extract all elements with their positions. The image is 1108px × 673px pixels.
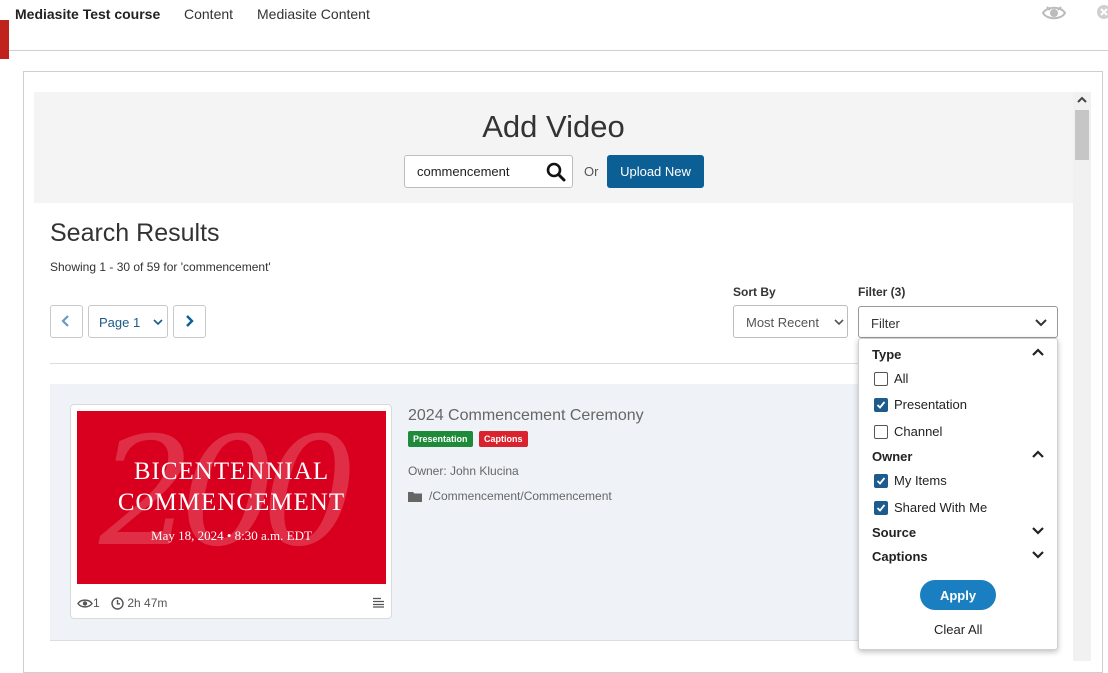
checkbox-presentation[interactable] — [874, 398, 888, 412]
filter-select-value: Filter — [871, 316, 900, 331]
view-count: 1 — [77, 596, 100, 610]
thumbnail-line-1: BICENTENNIAL — [133, 458, 330, 485]
checkbox-presentation-label[interactable]: Presentation — [894, 397, 967, 412]
page-select-value: Page 1 — [99, 315, 141, 330]
folder-path-value: /Commencement/Commencement — [429, 489, 612, 503]
page-title: Add Video — [482, 109, 625, 144]
duration: 2h 47m — [111, 596, 168, 611]
details-list-icon[interactable] — [372, 597, 385, 608]
filter-owner-header[interactable]: Owner — [872, 449, 912, 464]
scrollbar[interactable] — [1073, 92, 1091, 661]
chevron-right-icon — [186, 315, 194, 327]
search-results-title: Search Results — [50, 219, 220, 247]
folder-path: /Commencement/Commencement — [408, 489, 612, 503]
nav-mediasite-content[interactable]: Mediasite Content — [257, 6, 370, 22]
scroll-up-icon[interactable] — [1076, 95, 1088, 105]
thumbnail-date: May 18, 2024 • 8:30 a.m. EDT — [151, 528, 312, 543]
duration-value: 2h 47m — [127, 596, 168, 610]
scrollbar-thumb[interactable] — [1075, 110, 1089, 160]
search-icon[interactable] — [546, 162, 566, 182]
brand-tab — [0, 20, 9, 59]
sort-by-label: Sort By — [733, 285, 776, 299]
checkbox-shared-with-me[interactable] — [874, 501, 888, 515]
thumbnail-line-2: COMMENCEMENT — [117, 489, 346, 516]
chevron-up-icon[interactable] — [1032, 348, 1044, 356]
checkbox-my-items-label[interactable]: My Items — [894, 473, 947, 488]
checkbox-channel-label[interactable]: Channel — [894, 424, 942, 439]
prev-page-button[interactable] — [50, 305, 83, 338]
filter-type-header[interactable]: Type — [872, 347, 901, 362]
view-count-value: 1 — [93, 596, 100, 610]
nav-content[interactable]: Content — [184, 6, 233, 22]
sort-select[interactable]: Most Recent — [733, 305, 848, 338]
upload-new-button[interactable]: Upload New — [607, 155, 704, 188]
clear-all-link[interactable]: Clear All — [934, 622, 982, 637]
search-input-value[interactable]: commencement — [417, 164, 509, 179]
checkbox-shared-with-me-label[interactable]: Shared With Me — [894, 500, 987, 515]
check-icon — [876, 401, 886, 409]
checkbox-my-items[interactable] — [874, 474, 888, 488]
video-title[interactable]: 2024 Commencement Ceremony — [408, 407, 644, 425]
preview-eye-icon[interactable] — [1041, 2, 1067, 24]
checkbox-all[interactable] — [874, 372, 888, 386]
check-icon — [876, 477, 886, 485]
top-bar — [0, 0, 1108, 51]
owner-text: Owner: John Klucina — [408, 464, 519, 478]
eye-icon — [77, 599, 93, 608]
course-title[interactable]: Mediasite Test course — [15, 6, 160, 22]
apply-button[interactable]: Apply — [920, 580, 996, 610]
presentation-badge: Presentation — [408, 431, 473, 447]
page-select[interactable]: Page 1 — [88, 305, 168, 338]
sort-select-value: Most Recent — [746, 315, 819, 330]
filter-select[interactable]: Filter — [858, 306, 1058, 338]
or-label: Or — [584, 164, 599, 179]
results-count: Showing 1 - 30 of 59 for 'commencement' — [50, 260, 271, 274]
clock-icon — [111, 597, 124, 611]
chevron-left-icon — [61, 315, 69, 327]
checkbox-channel[interactable] — [874, 425, 888, 439]
chevron-down-icon — [1035, 319, 1047, 327]
next-page-button[interactable] — [173, 305, 206, 338]
chevron-up-icon[interactable] — [1032, 450, 1044, 458]
search-input[interactable]: commencement — [404, 155, 573, 188]
filter-captions-header[interactable]: Captions — [872, 549, 928, 564]
folder-icon — [408, 492, 422, 502]
chevron-down-icon[interactable] — [1032, 527, 1044, 535]
filter-source-header[interactable]: Source — [872, 525, 916, 540]
checkbox-all-label[interactable]: All — [894, 371, 908, 386]
check-icon — [876, 504, 886, 512]
chevron-down-icon — [153, 319, 163, 326]
filter-label: Filter (3) — [858, 285, 906, 299]
video-thumbnail[interactable]: 200 BICENTENNIAL COMMENCEMENT May 18, 20… — [77, 411, 386, 584]
close-icon[interactable] — [1094, 2, 1108, 22]
captions-badge: Captions — [479, 431, 528, 447]
chevron-down-icon — [834, 319, 844, 326]
chevron-down-icon[interactable] — [1032, 551, 1044, 559]
